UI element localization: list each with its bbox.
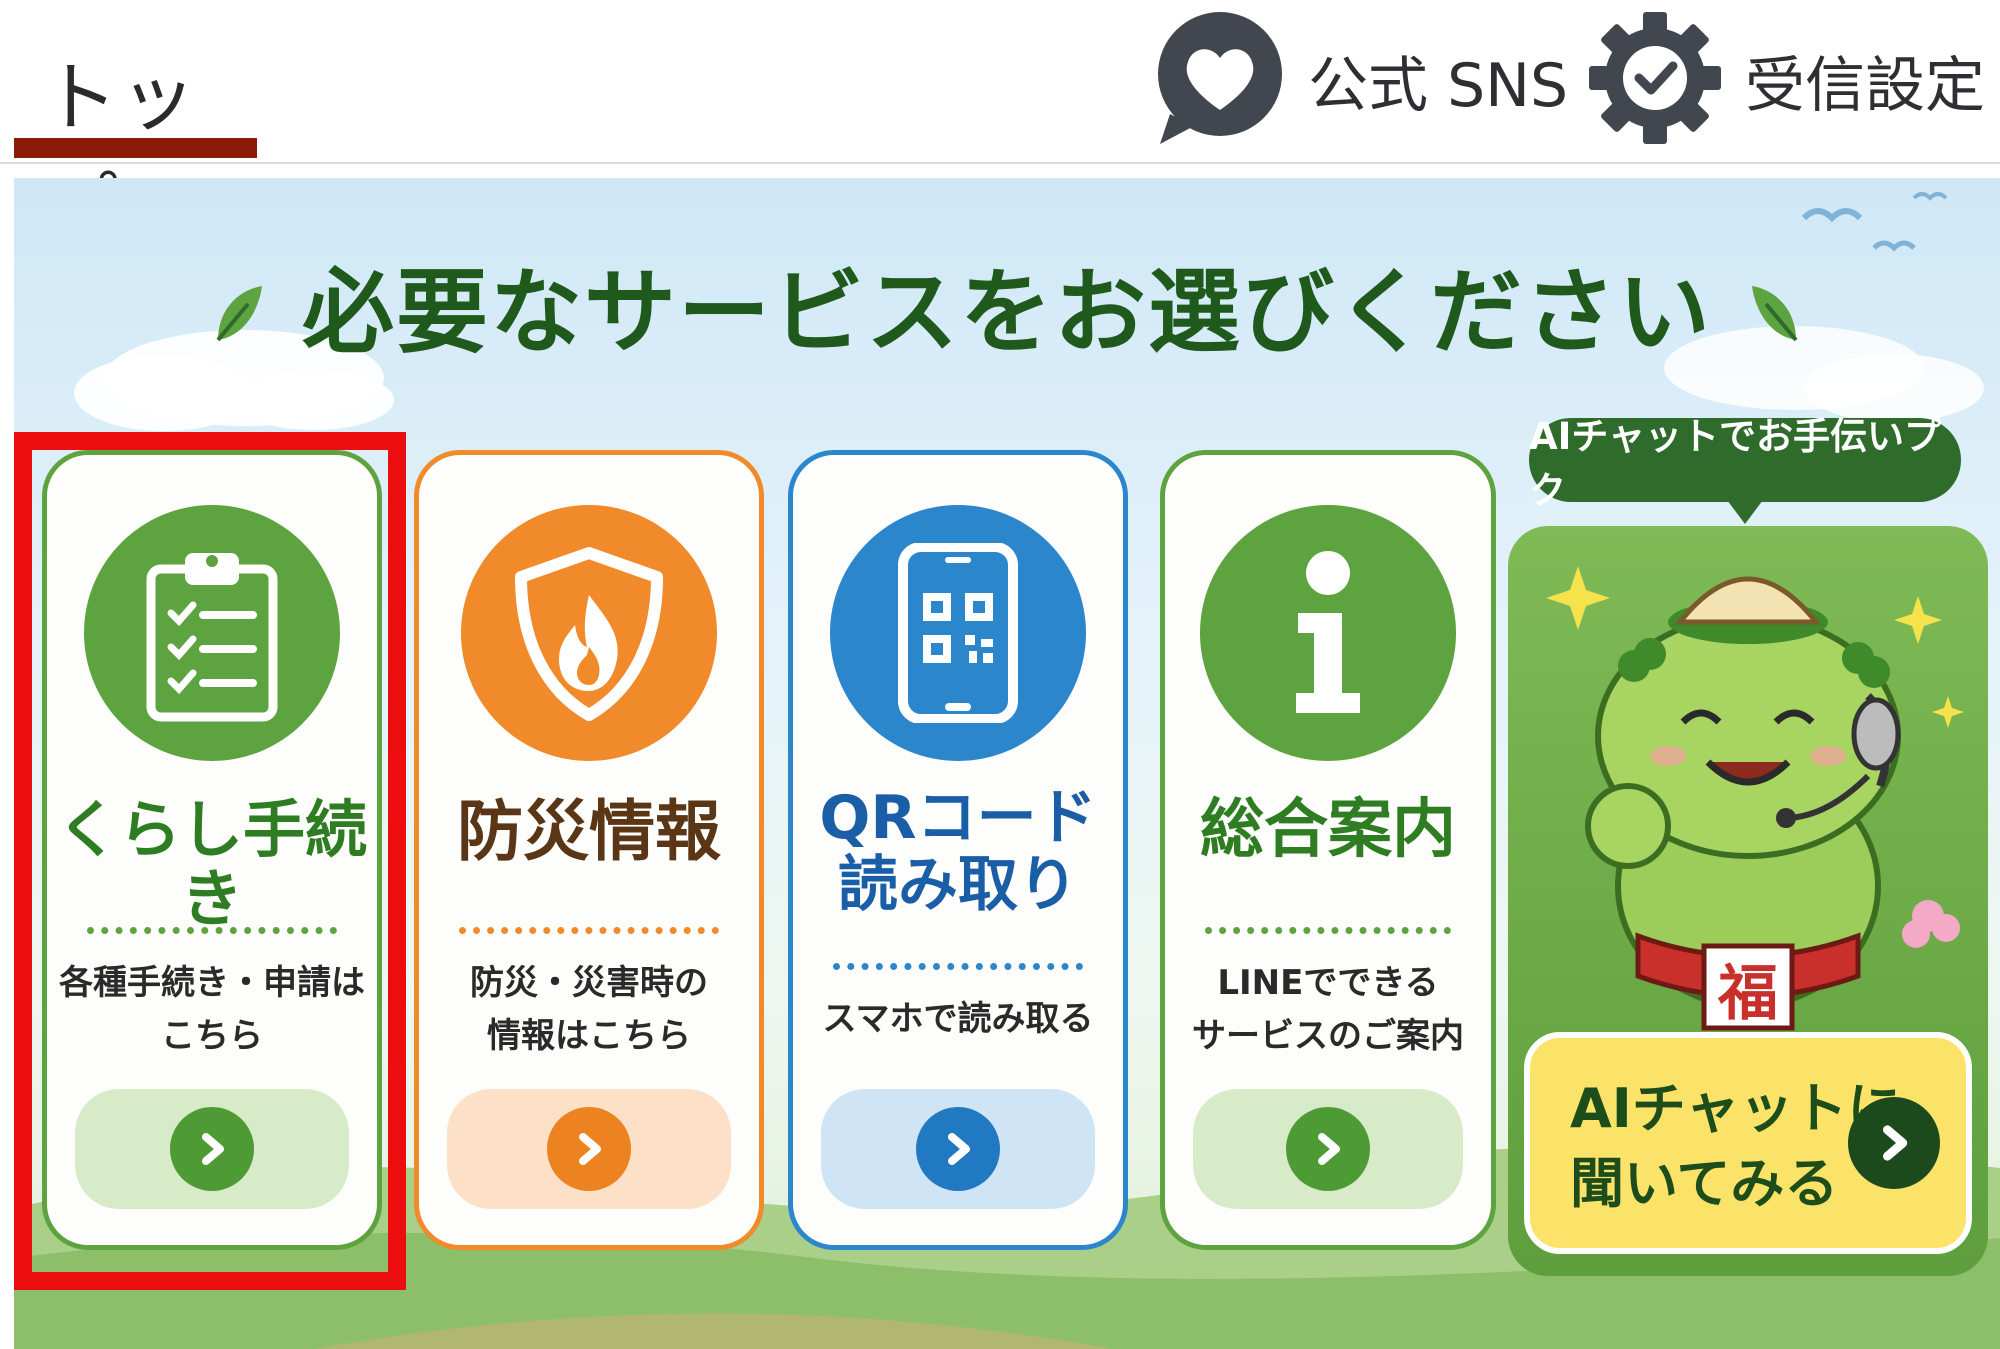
official-sns-label: 公式 SNS [1308,50,1569,121]
service-headline: 必要なサービスをお選びください [14,238,2000,372]
active-tab-underline [14,138,257,158]
card-description: 各種手続き・申請は こちら [47,957,377,1062]
shield-fire-icon [461,505,717,761]
desc-line: サービスのご案内 [1192,1015,1464,1056]
mascot-badge-text: 福 [1717,959,1778,1029]
gear-check-icon [1585,8,1725,152]
card-description: 防災・災害時の 情報はこちら [419,957,759,1062]
clipboard-checklist-icon [84,505,340,761]
service-menu-banner: 必要なサービスをお選びください くらし手続き 各種手続き・申請は こちら 防災情… [14,178,2000,1349]
go-button[interactable] [75,1089,349,1209]
receive-settings-button[interactable]: 受信設定 [1585,10,1985,150]
leaf-icon [1746,265,1806,372]
desc-line: こちら [161,1015,263,1056]
dotted-divider [459,927,719,934]
desc-line: 各種手続き・申請は [59,963,365,1003]
title-line: QRコード [819,783,1097,853]
leaf-icon [208,265,268,372]
dotted-divider [1205,927,1451,934]
mascot-illustration: 福 [1546,566,1964,1031]
card-disaster-info[interactable]: 防災情報 防災・災害時の 情報はこちら [414,450,764,1250]
heart-chat-icon [1148,8,1288,152]
card-title: くらし手続き [56,793,367,936]
desc-line: 防災・災害時の [470,963,708,1003]
card-title: 総合案内 [1200,793,1456,867]
chevron-right-icon [170,1107,254,1191]
top-nav-bar: トップ 公式 SNS [0,0,2000,252]
card-description: スマホで読み取る [822,999,1094,1039]
dotted-divider [87,927,337,934]
info-icon [1200,505,1456,761]
chevron-right-icon [1286,1107,1370,1191]
chevron-right-icon [916,1107,1000,1191]
card-qr-reader[interactable]: QRコード 読み取り スマホで読み取る [788,450,1128,1250]
tab-top[interactable]: トップ [14,28,257,252]
go-button[interactable] [1193,1089,1463,1209]
go-button[interactable] [821,1089,1095,1209]
card-description: LINEでできる サービスのご案内 [1165,957,1491,1062]
chevron-right-icon [547,1107,631,1191]
desc-line: LINEでできる [1217,963,1439,1003]
dotted-divider [833,963,1083,970]
receive-settings-label: 受信設定 [1745,50,1985,121]
title-line: 読み取り [838,850,1078,921]
card-ai-chat[interactable]: 福 AIチャットに 聞いてみる [1508,526,1988,1276]
desc-line: 情報はこちら [487,1015,691,1056]
ai-chat-speech-bubble: AIチャットでお手伝いプク [1529,415,1961,524]
card-title: QRコード 読み取り [793,783,1123,921]
official-sns-button[interactable]: 公式 SNS [1148,10,1568,150]
card-title: 防災情報 [457,793,721,870]
go-button[interactable] [447,1089,731,1209]
card-general-guide[interactable]: 総合案内 LINEでできる サービスのご案内 [1160,450,1496,1250]
ask-ai-chat-button[interactable]: AIチャットに 聞いてみる [1524,1032,1972,1254]
phone-qr-icon [830,505,1086,761]
chevron-right-icon [1848,1097,1940,1189]
card-living-procedures[interactable]: くらし手続き 各種手続き・申請は こちら [42,450,382,1250]
headline-text: 必要なサービスをお選びください [301,259,1712,366]
